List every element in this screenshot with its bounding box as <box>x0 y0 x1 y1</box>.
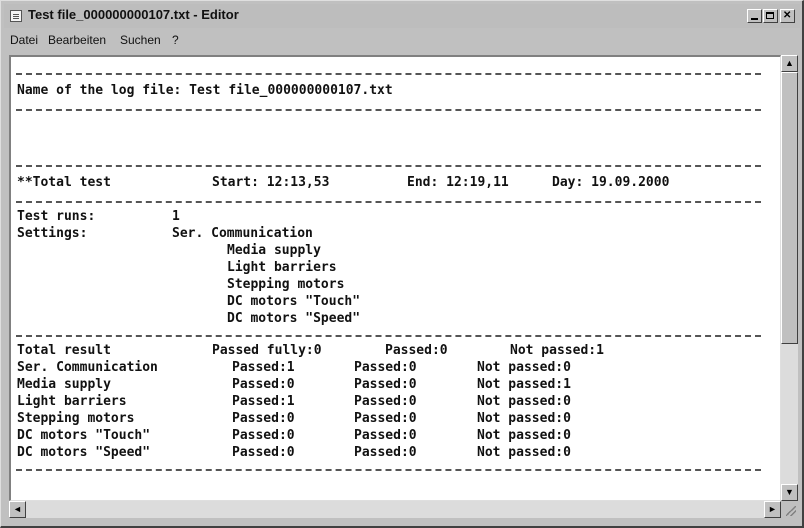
title-bar[interactable]: Test file_000000000107.txt - Editor <box>4 4 800 28</box>
notepad-icon[interactable] <box>10 10 22 22</box>
horizontal-scrollbar[interactable]: ◄ ► <box>9 501 781 518</box>
separator-line <box>16 335 761 337</box>
window-title: Test file_000000000107.txt - Editor <box>28 7 239 22</box>
settings-label: Settings: <box>17 226 88 241</box>
menu-bar: Datei Bearbeiten Suchen ? <box>4 29 800 51</box>
result-not-passed: Not passed:0 <box>477 394 571 409</box>
result-passed-b: Passed:0 <box>354 377 417 392</box>
resize-grip-icon[interactable] <box>781 501 798 518</box>
result-row: Ser. Communication Passed:1 Passed:0 Not… <box>17 360 757 376</box>
result-passed-a: Passed:0 <box>232 411 295 426</box>
menu-help[interactable]: ? <box>172 33 179 47</box>
result-row: DC motors "Speed" Passed:0 Passed:0 Not … <box>17 445 757 461</box>
menu-datei[interactable]: Datei <box>10 33 38 47</box>
settings-item: Stepping motors <box>227 277 345 292</box>
result-passed-b: Passed:0 <box>354 360 417 375</box>
text-area[interactable]: Name of the log file: Test file_00000000… <box>9 55 781 501</box>
total-test-label: **Total test <box>17 175 111 190</box>
separator-line <box>16 201 761 203</box>
total-test-row: **Total test Start: 12:13,53 End: 12:19,… <box>17 175 757 191</box>
maximize-button[interactable] <box>763 9 778 23</box>
settings-item: DC motors "Speed" <box>227 311 361 326</box>
settings-item: DC motors "Touch" <box>227 294 361 309</box>
test-runs-value: 1 <box>172 209 180 224</box>
total-result-label: Total result <box>17 343 111 358</box>
result-not-passed: Not passed:1 <box>477 377 571 392</box>
result-passed-a: Passed:0 <box>232 377 295 392</box>
settings-item: Light barriers <box>227 260 337 275</box>
separator-line <box>16 165 761 167</box>
separator-line <box>16 469 761 471</box>
scroll-left-icon[interactable]: ◄ <box>9 501 26 518</box>
result-not-passed: Not passed:0 <box>477 428 571 443</box>
result-passed-a: Passed:0 <box>232 428 295 443</box>
result-name: DC motors "Speed" <box>17 445 151 460</box>
end-time: End: 12:19,11 <box>407 175 509 190</box>
test-runs-label: Test runs: <box>17 209 96 224</box>
vertical-scroll-thumb[interactable] <box>781 72 798 344</box>
minimize-button[interactable] <box>747 9 762 23</box>
result-passed-b: Passed:0 <box>354 394 417 409</box>
editor-window: Test file_000000000107.txt - Editor Date… <box>0 0 804 528</box>
result-row: DC motors "Touch" Passed:0 Passed:0 Not … <box>17 428 757 444</box>
scroll-up-icon[interactable]: ▲ <box>781 55 798 72</box>
menu-suchen[interactable]: Suchen <box>120 33 161 47</box>
separator-line <box>16 109 761 111</box>
result-name: DC motors "Touch" <box>17 428 151 443</box>
result-passed-b: Passed:0 <box>354 428 417 443</box>
result-name: Stepping motors <box>17 411 135 426</box>
menu-bearbeiten[interactable]: Bearbeiten <box>48 33 106 47</box>
result-passed-b: Passed:0 <box>354 411 417 426</box>
result-passed-a: Passed:1 <box>232 360 295 375</box>
result-passed-a: Passed:1 <box>232 394 295 409</box>
close-button[interactable] <box>780 9 795 23</box>
result-name: Media supply <box>17 377 111 392</box>
result-not-passed: Not passed:0 <box>477 445 571 460</box>
result-not-passed: Not passed:0 <box>477 360 571 375</box>
start-time: Start: 12:13,53 <box>212 175 330 190</box>
settings-item: Media supply <box>227 243 321 258</box>
vertical-scrollbar[interactable]: ▲ ▼ <box>781 55 798 501</box>
result-not-passed: Not passed:0 <box>477 411 571 426</box>
total-not-passed: Not passed:1 <box>510 343 604 358</box>
result-row: Stepping motors Passed:0 Passed:0 Not pa… <box>17 411 757 427</box>
total-passed: Passed:0 <box>385 343 448 358</box>
result-row: Light barriers Passed:1 Passed:0 Not pas… <box>17 394 757 410</box>
settings-row: Settings: Ser. Communication <box>17 226 757 242</box>
separator-line <box>16 73 761 75</box>
scroll-down-icon[interactable]: ▼ <box>781 484 798 501</box>
total-result-row: Total result Passed fully:0 Passed:0 Not… <box>17 343 757 359</box>
log-header: Name of the log file: Test file_00000000… <box>17 83 393 98</box>
total-passed-fully: Passed fully:0 <box>212 343 322 358</box>
scroll-right-icon[interactable]: ► <box>764 501 781 518</box>
result-name: Light barriers <box>17 394 127 409</box>
result-row: Media supply Passed:0 Passed:0 Not passe… <box>17 377 757 393</box>
result-name: Ser. Communication <box>17 360 158 375</box>
test-day: Day: 19.09.2000 <box>552 175 670 190</box>
result-passed-b: Passed:0 <box>354 445 417 460</box>
settings-item: Ser. Communication <box>172 226 313 241</box>
result-passed-a: Passed:0 <box>232 445 295 460</box>
test-runs-row: Test runs: 1 <box>17 209 757 225</box>
